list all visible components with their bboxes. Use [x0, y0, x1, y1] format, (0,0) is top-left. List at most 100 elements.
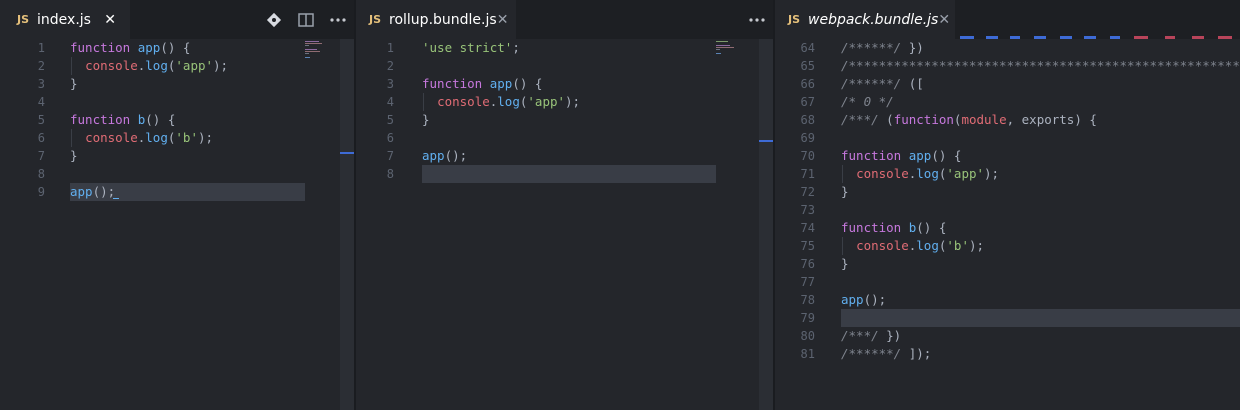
code-token: }) — [908, 40, 924, 55]
code-line[interactable]: 5 function b() { — [0, 111, 354, 129]
indent-guide — [423, 93, 424, 111]
minimap[interactable] — [716, 41, 738, 55]
code-text: function app() { — [841, 147, 961, 165]
code-line[interactable]: 6 console.log('b'); — [0, 129, 354, 147]
code-token: module — [961, 112, 1007, 127]
tab-label: webpack.bundle.js — [808, 11, 939, 28]
tab-index-js[interactable]: JS index.js ✕ — [0, 0, 130, 39]
code-line[interactable]: 65 /*************************************… — [775, 57, 1240, 75]
code-line[interactable]: 2 console.log('app'); — [0, 57, 354, 75]
line-number: 1 — [37, 41, 45, 55]
code-line[interactable]: 80 /***/ }) — [775, 327, 1240, 345]
code-line[interactable]: 4 console.log('app'); — [356, 93, 773, 111]
tab-label: index.js — [37, 11, 91, 28]
code-token: ; — [512, 40, 520, 55]
vertical-scrollbar[interactable] — [759, 39, 773, 410]
code-token: 'app' — [527, 94, 566, 109]
line-number: 8 — [386, 167, 394, 181]
code-line[interactable]: 72} — [775, 183, 1240, 201]
code-line[interactable]: 73 — [775, 201, 1240, 219]
editor-pane-index[interactable]: JS index.js ✕ 1 function app() {2 console… — [0, 0, 354, 410]
code-line[interactable]: 1 'use strict'; — [356, 39, 773, 57]
code-text: /******/ }) — [841, 39, 924, 57]
code-line[interactable]: 75 console.log('b'); — [775, 237, 1240, 255]
code-token: () { — [931, 148, 962, 163]
code-line[interactable]: 5} — [356, 111, 773, 129]
line-number: 64 — [800, 41, 815, 55]
code-line[interactable]: 78 app(); — [775, 291, 1240, 309]
code-line[interactable]: 4 — [0, 93, 354, 111]
code-line[interactable]: 81 /******/ ]); — [775, 345, 1240, 363]
more-actions-icon[interactable] — [741, 0, 773, 39]
editor-pane-rollup[interactable]: JS rollup.bundle.js ✕ 1 'use strict'; 2 3 fu… — [356, 0, 773, 410]
code-line[interactable]: 70 function app() { — [775, 147, 1240, 165]
code-line[interactable]: 7 app(); — [356, 147, 773, 165]
code-line[interactable]: 76} — [775, 255, 1240, 273]
line-number: 79 — [800, 311, 815, 325]
code-line[interactable]: 8 — [356, 165, 773, 183]
tab-bar: JS index.js ✕ — [0, 0, 354, 39]
code-line[interactable]: 6 — [356, 129, 773, 147]
code-line[interactable]: 3 function app() { — [356, 75, 773, 93]
code-token: /******/ — [841, 346, 909, 361]
code-line[interactable]: 67 /* 0 */ — [775, 93, 1240, 111]
code-token: , exports) { — [1006, 112, 1097, 127]
code-line[interactable]: 1 function app() { — [0, 39, 354, 57]
code-line[interactable]: 64 /******/ }) — [775, 39, 1240, 57]
line-number: 1 — [386, 41, 394, 55]
code-line[interactable]: 66 /******/ ([ — [775, 75, 1240, 93]
code-line[interactable]: 9 app(); — [0, 183, 354, 201]
code-area[interactable]: 1'use strict'; 2 3 function app() {4 consol… — [356, 39, 773, 410]
js-file-icon: JS — [17, 13, 30, 26]
code-token: } — [422, 112, 430, 127]
code-token: (); — [444, 148, 468, 163]
git-compare-icon[interactable] — [258, 0, 290, 39]
code-token: log — [916, 238, 939, 253]
code-line[interactable]: 3} — [0, 75, 354, 93]
code-line[interactable]: 71 console.log('app'); — [775, 165, 1240, 183]
code-line[interactable]: 2 — [356, 57, 773, 75]
code-line[interactable]: 77 — [775, 273, 1240, 291]
code-area[interactable]: 64 /******/ }) 65 /************************… — [775, 39, 1240, 410]
close-icon[interactable]: ✕ — [104, 12, 116, 28]
vertical-scrollbar[interactable] — [340, 39, 354, 410]
code-token: ); — [197, 130, 214, 145]
code-token: (); — [92, 184, 116, 199]
minimap[interactable] — [305, 41, 325, 59]
tab-rollup-bundle-js[interactable]: JS rollup.bundle.js ✕ — [356, 0, 516, 39]
line-number: 4 — [37, 95, 45, 109]
code-token: } — [70, 148, 78, 163]
code-line[interactable]: 7} — [0, 147, 354, 165]
close-icon[interactable]: ✕ — [938, 12, 950, 28]
code-text: app(); — [70, 183, 115, 201]
line-number: 66 — [800, 77, 815, 91]
code-token: 'b' — [946, 238, 969, 253]
code-line[interactable]: 74 function b() { — [775, 219, 1240, 237]
code-token: log — [916, 166, 939, 181]
split-editor-icon[interactable] — [290, 0, 322, 39]
editor-pane-webpack[interactable]: JS webpack.bundle.js ✕ 64 /******/ }) 65 /*… — [775, 0, 1240, 410]
code-token: ); — [213, 58, 229, 73]
code-line[interactable]: 79 — [775, 309, 1240, 327]
code-area[interactable]: 1 function app() {2 console.log('app'); 3}… — [0, 39, 354, 410]
code-text: console.log('b'); — [841, 237, 984, 255]
code-token: function — [70, 112, 138, 127]
indent-guide — [842, 237, 843, 255]
code-line[interactable]: 8 — [0, 165, 354, 183]
code-token: /***/ — [841, 328, 887, 343]
code-token: ); — [968, 238, 985, 253]
code-text: console.log('b'); — [70, 129, 213, 147]
code-line[interactable]: 68/***/ (function(module, exports) { — [775, 111, 1240, 129]
code-text: /******/ ]); — [841, 345, 931, 363]
line-number: 2 — [386, 59, 394, 73]
line-number: 2 — [37, 59, 45, 73]
more-actions-icon[interactable] — [322, 0, 354, 39]
tab-webpack-bundle-js[interactable]: JS webpack.bundle.js ✕ — [775, 0, 955, 39]
code-token: ( — [886, 112, 894, 127]
code-line[interactable]: 69 — [775, 129, 1240, 147]
close-icon[interactable]: ✕ — [497, 12, 509, 28]
scroll-position-marker — [759, 140, 773, 142]
line-number: 8 — [37, 167, 45, 181]
